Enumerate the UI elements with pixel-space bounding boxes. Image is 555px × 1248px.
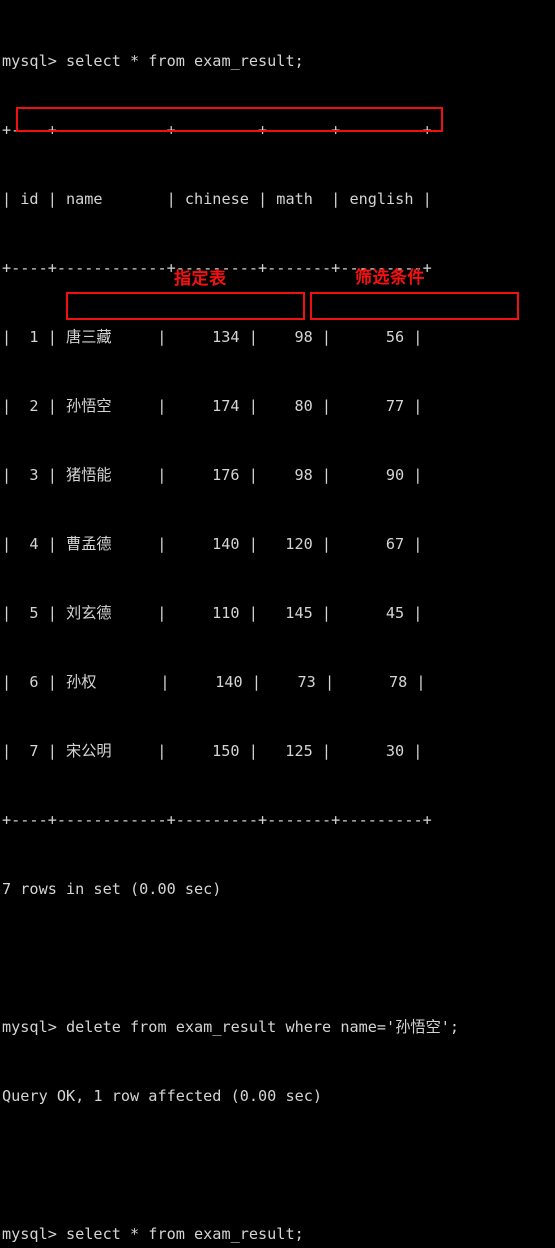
delete-statement-where: where name='孙悟空'; (285, 1018, 460, 1036)
query-ok-status: Query OK, 1 row affected (0.00 sec) (2, 1087, 323, 1105)
sql-command-line-2: mysql> select * from exam_result; (2, 1225, 304, 1243)
table-row: | 5 | 刘玄德 | 110 | 145 | 45 | (2, 604, 423, 622)
delete-statement-target: delete from exam_result (66, 1018, 286, 1036)
table-separator-bottom: +----+------------+---------+-------+---… (2, 811, 432, 829)
table-row: | 4 | 曹孟德 | 140 | 120 | 67 | (2, 535, 423, 553)
table-row: | 6 | 孙权 | 140 | 73 | 78 | (2, 673, 426, 691)
terminal-output[interactable]: mysql> select * from exam_result; +----+… (0, 0, 555, 1243)
table-row-highlighted: | 2 | 孙悟空 | 174 | 80 | 77 | (2, 397, 423, 415)
sql-command-line: mysql> select * from exam_result; (2, 52, 304, 70)
row-count-status: 7 rows in set (0.00 sec) (2, 880, 222, 898)
table-header-row: | id | name | chinese | math | english | (2, 190, 432, 208)
table-separator-header: +----+------------+---------+-------+---… (2, 259, 432, 277)
prompt: mysql> (2, 1018, 67, 1036)
table-separator-top: +----+------------+---------+-------+---… (2, 121, 432, 139)
table-row: | 7 | 宋公明 | 150 | 125 | 30 | (2, 742, 423, 760)
delete-command-line: mysql> delete from exam_result where nam… (2, 1016, 555, 1039)
table-row: | 1 | 唐三藏 | 134 | 98 | 56 | (2, 328, 423, 346)
table-row: | 3 | 猪悟能 | 176 | 98 | 90 | (2, 466, 423, 484)
